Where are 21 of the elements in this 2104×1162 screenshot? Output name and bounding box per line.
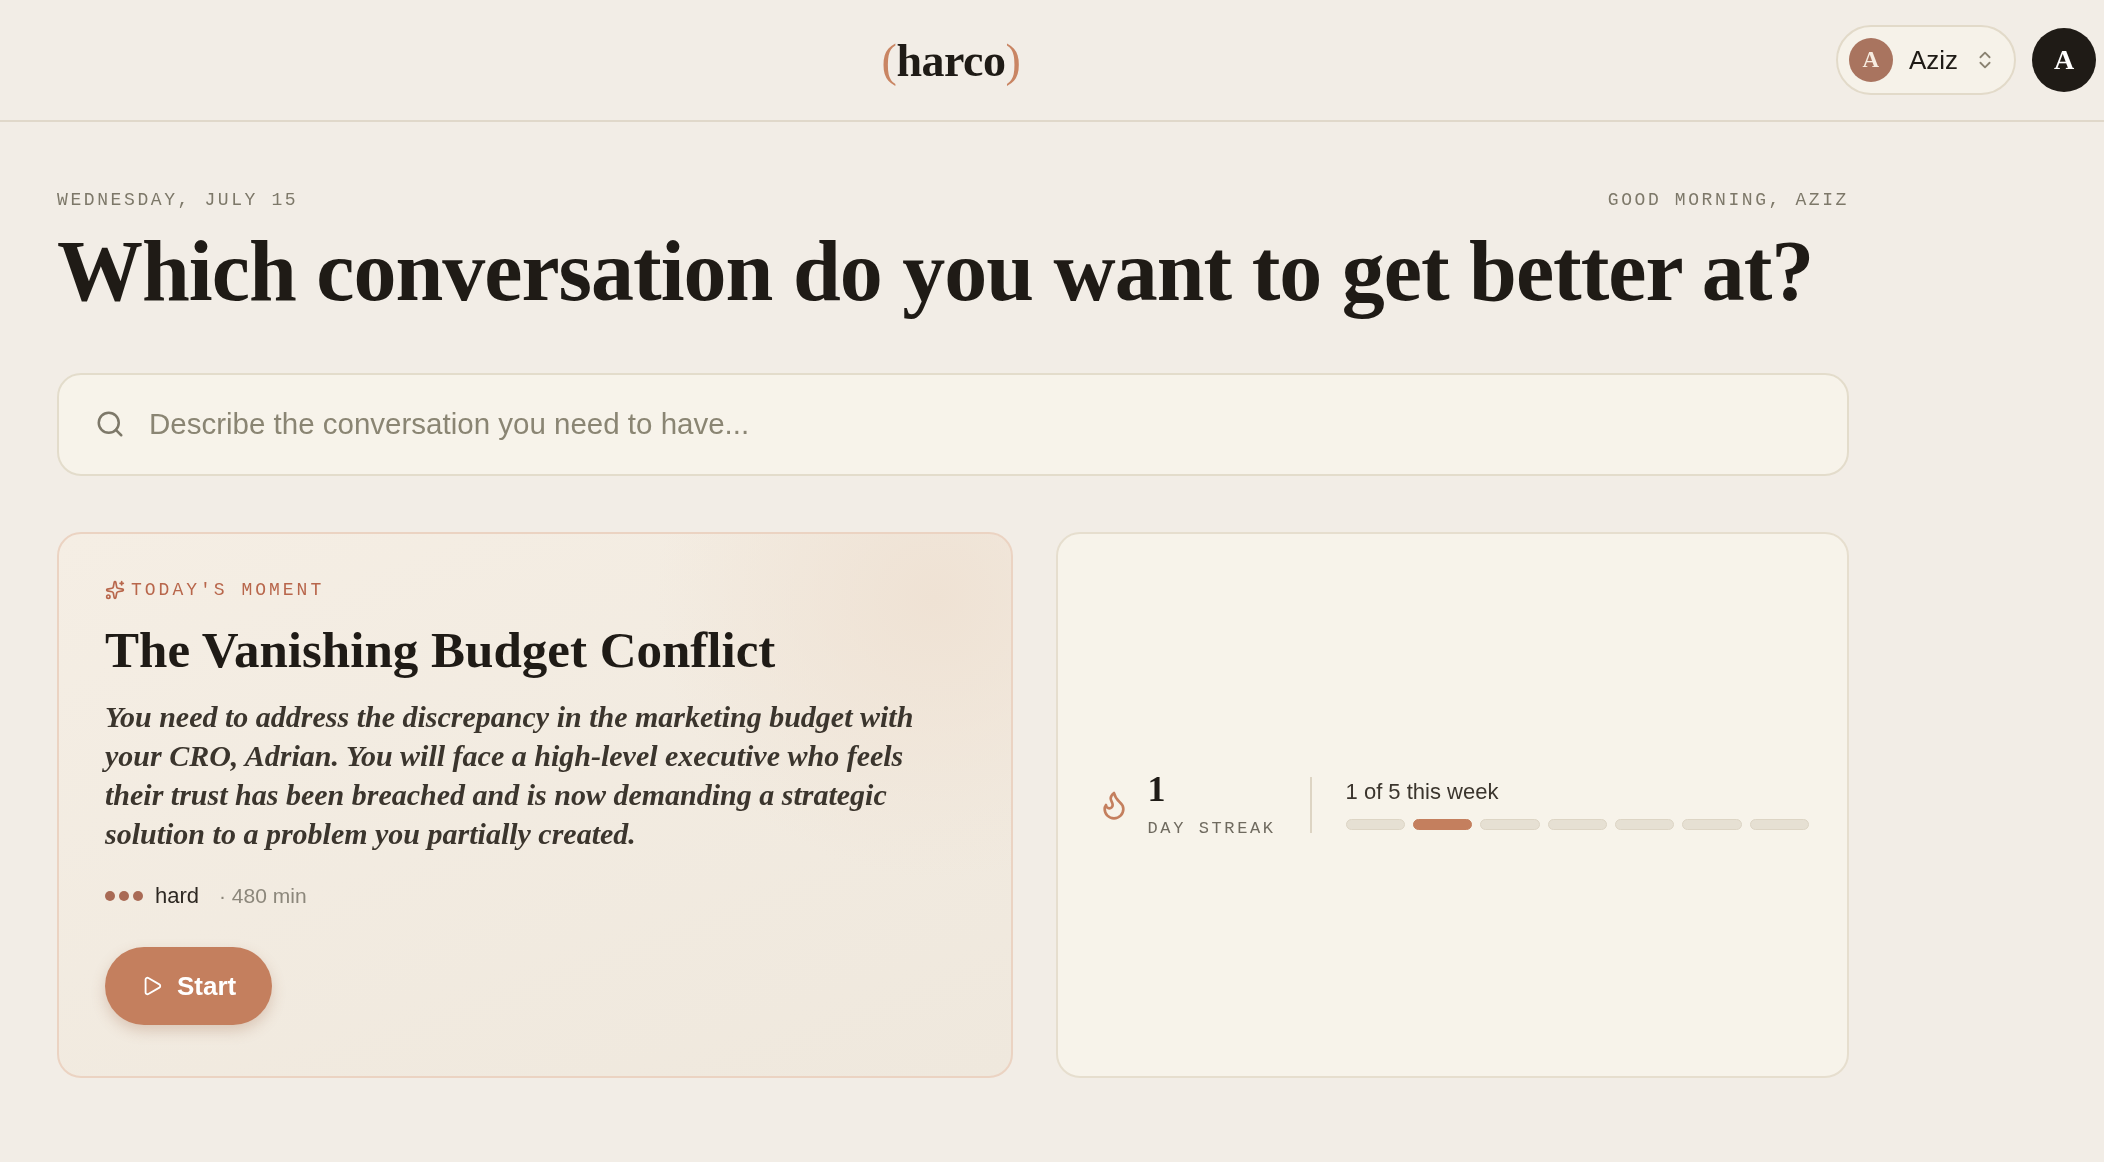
user-name: Aziz bbox=[1908, 44, 1958, 76]
user-avatar: A bbox=[1848, 38, 1893, 82]
headline: Which conversation do you want to get better at? bbox=[57, 222, 1815, 321]
search-icon bbox=[95, 409, 125, 440]
search-field[interactable]: Describe the conversation you need to have... bbox=[57, 372, 1849, 476]
greeting-label: GOOD MORNING, AZIZ bbox=[1607, 190, 1849, 210]
difficulty-dot-icon bbox=[105, 891, 115, 902]
sparkle-icon bbox=[105, 579, 125, 600]
difficulty-label: hard bbox=[155, 883, 200, 910]
difficulty-dot-icon bbox=[133, 891, 143, 902]
difficulty-dot-icon bbox=[119, 891, 129, 902]
streak-label: DAY STREAK bbox=[1147, 819, 1276, 839]
streak-count: 1 bbox=[1147, 771, 1167, 808]
duration-label: · 480 min bbox=[219, 884, 307, 909]
logo[interactable]: (harco) bbox=[881, 33, 1021, 87]
user-switcher[interactable]: A Aziz bbox=[1835, 25, 2016, 95]
profile-avatar[interactable]: A bbox=[2032, 28, 2096, 92]
moment-title: The Vanishing Budget Conflict bbox=[105, 620, 776, 680]
date-label: WEDNESDAY, JULY 15 bbox=[57, 190, 299, 210]
weekly-progress-text: 1 of 5 this week bbox=[1345, 779, 1500, 806]
moment-label: TODAY'S MOMENT bbox=[131, 579, 325, 600]
